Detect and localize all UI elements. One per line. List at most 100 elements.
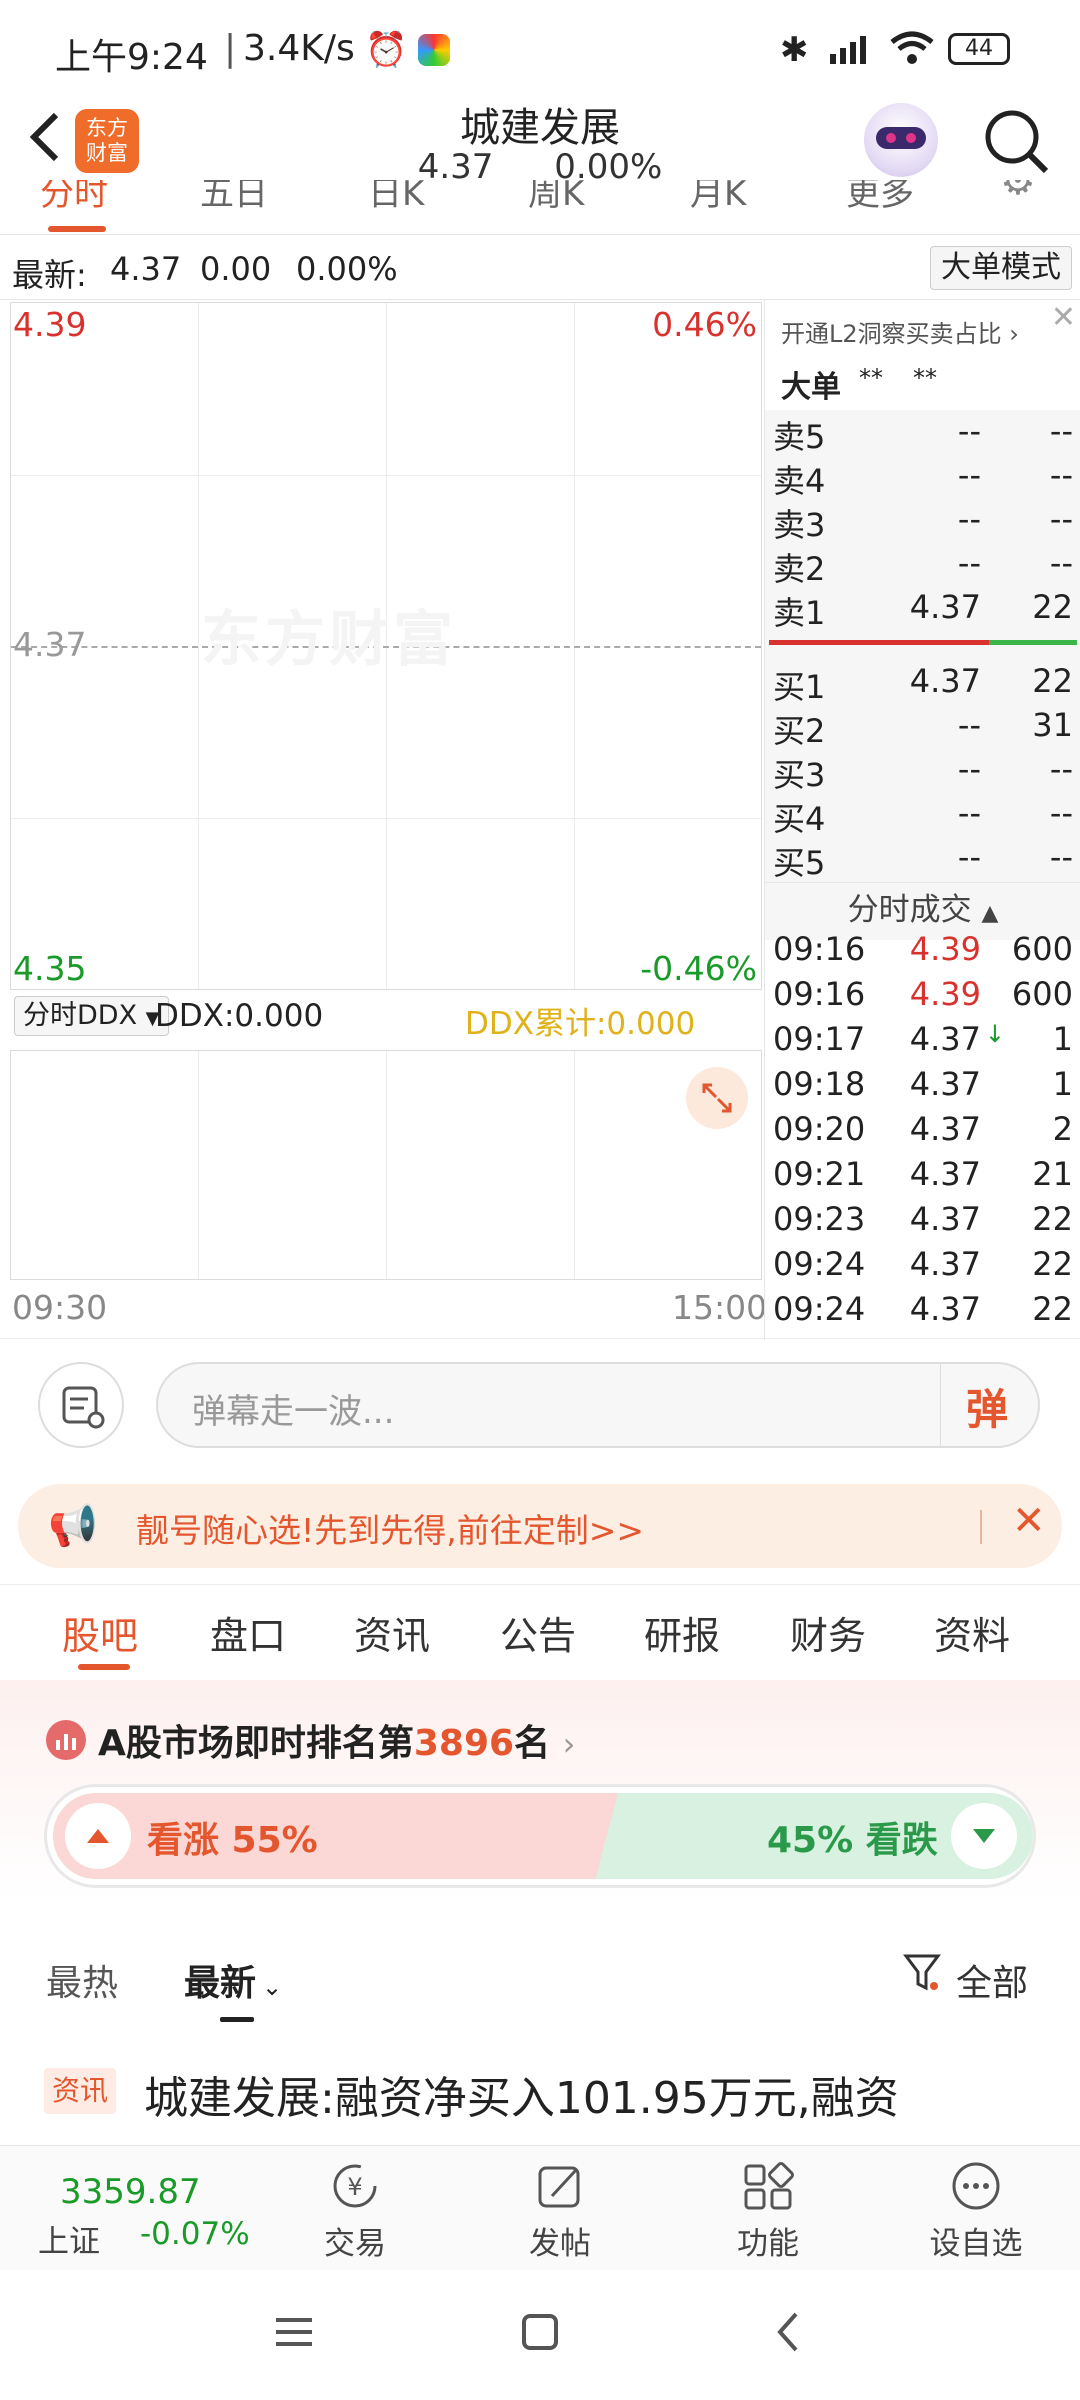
news-tag: 资讯	[44, 2068, 117, 2114]
expand-icon[interactable]	[686, 1067, 748, 1129]
promo-banner[interactable]: 📢 靓号随心选!先到先得,前往定制>> ✕	[18, 1484, 1062, 1568]
ddx-select[interactable]: 分时DDX ▼	[14, 996, 169, 1036]
ask-row-2: 卖2 -- --	[773, 544, 1073, 588]
menu-icon[interactable]	[272, 2312, 316, 2352]
big-order-mode-button[interactable]: 大单模式	[930, 246, 1072, 290]
trades-title: 分时成交	[847, 892, 972, 928]
tab-research[interactable]: 研报	[644, 1605, 720, 1660]
close-promo-icon[interactable]: ✕	[1051, 300, 1076, 335]
nav-trade-label: 交易	[324, 2226, 386, 2262]
bid-row-1: 买1 4.37 22	[773, 662, 1073, 706]
alarm-icon: ⏰	[365, 30, 408, 70]
ask-row-3: 卖3 -- --	[773, 500, 1073, 544]
status-bar: 上午9:24 | 3.4K/s ⏰ ✱ 44	[0, 0, 1080, 100]
ddx-bar: 分时DDX ▼ DDX:0.000 DDX累计:0.000	[10, 992, 762, 1042]
filter-funnel-icon[interactable]	[902, 1950, 942, 1994]
filter-latest-label: 最新	[184, 1963, 257, 2004]
dropdown-chevron-icon: ⌄	[262, 1973, 283, 2001]
tab-finance[interactable]: 财务	[790, 1605, 866, 1660]
chart-high-price: 4.39	[13, 305, 87, 344]
l2-promo-link[interactable]: 开通L2洞察买卖占比 ›	[781, 314, 1019, 349]
tab-daily-k[interactable]: 日K	[368, 180, 424, 215]
l2-promo-text: 开通L2洞察买卖占比	[781, 320, 1002, 348]
tab-monthly-k[interactable]: 月K	[690, 180, 746, 215]
settings-gear-icon[interactable]: ⚙	[1000, 180, 1036, 204]
tab-news[interactable]: 资讯	[354, 1605, 430, 1660]
main-tab-indicator	[78, 1664, 130, 1670]
nav-add-watchlist[interactable]: 设自选	[876, 2158, 1076, 2268]
grid-icon	[744, 2162, 794, 2210]
trade-row: 09:24 4.37 22	[773, 1290, 1073, 1328]
tab-weekly-k[interactable]: 周K	[528, 180, 584, 215]
system-nav-bar	[0, 2270, 1080, 2400]
home-icon[interactable]	[520, 2312, 560, 2352]
index-widget[interactable]: 3359.87 上证 -0.07%	[0, 2146, 270, 2271]
ask-row-4: 卖4 -- --	[773, 456, 1073, 500]
chart-high-pct: 0.46%	[652, 305, 757, 344]
collapse-arrow-icon: ▲	[981, 901, 999, 926]
bullish-label: 看涨 55%	[147, 1820, 318, 1861]
big-order-value-2: **	[913, 364, 937, 392]
axis-start-time: 09:30	[12, 1288, 108, 1327]
bid-row-3: 买3 -- --	[773, 750, 1073, 794]
tab-indicator	[48, 226, 106, 232]
trades-header[interactable]: 分时成交 ▲	[765, 884, 1080, 929]
danmaku-placeholder: 弹幕走一波...	[192, 1392, 395, 1432]
banner-close-icon[interactable]: ✕	[1012, 1498, 1046, 1544]
tab-more[interactable]: 更多	[846, 180, 914, 215]
latest-label: 最新:	[12, 256, 87, 294]
ask-row-5: 卖5 -- --	[773, 412, 1073, 456]
tab-announcements[interactable]: 公告	[500, 1605, 576, 1660]
trade-row: 09:20 4.37 2	[773, 1110, 1073, 1148]
nav-trade[interactable]: ¥ 交易	[255, 2158, 455, 2268]
ranking-link[interactable]: A股市场即时排名第3896名 ›	[98, 1714, 575, 1766]
ask-bid-ratio-red	[769, 640, 989, 645]
chart-low-pct: -0.46%	[640, 949, 757, 988]
back-icon[interactable]	[20, 107, 70, 167]
big-order-label: 大单	[781, 370, 841, 405]
stock-title: 城建发展	[460, 105, 620, 151]
filter-indicator	[220, 2017, 254, 2022]
status-divider: |	[224, 28, 237, 69]
signal-icon	[826, 34, 876, 66]
trade-row: 09:16 4.39 600	[773, 975, 1073, 1013]
danmaku-input[interactable]: 弹幕走一波... 弹	[156, 1362, 1040, 1448]
ranking-prefix: A股市场即时排名第	[98, 1723, 414, 1764]
tab-pankou[interactable]: 盘口	[210, 1605, 286, 1660]
intraday-chart: 东方财富 4.39 0.46% 4.37 4.35 -0.46%	[10, 302, 762, 990]
status-time: 上午9:24	[55, 37, 208, 78]
chart-mid-price: 4.37	[13, 625, 87, 664]
banner-text: 靓号随心选!先到先得,前往定制>>	[136, 1511, 645, 1550]
tab-five-day[interactable]: 五日	[200, 180, 268, 215]
quote-line: 最新: 4.37 0.00 0.00% 大单模式	[0, 240, 1080, 300]
trade-row: 09:18 4.37 1	[773, 1065, 1073, 1103]
chart-low-price: 4.35	[13, 949, 87, 988]
ranking-icon	[46, 1720, 86, 1760]
tab-guba[interactable]: 股吧	[62, 1605, 138, 1660]
ddx-value: DDX:0.000	[155, 998, 324, 1034]
filter-all[interactable]: 全部	[956, 1954, 1028, 2006]
filter-hot[interactable]: 最热	[46, 1954, 118, 2006]
search-icon[interactable]	[982, 107, 1052, 177]
assistant-robot-icon[interactable]	[864, 103, 938, 177]
tab-intraday[interactable]: 分时	[40, 180, 108, 215]
danmaku-send-button[interactable]: 弹	[966, 1376, 1008, 1437]
danmaku-settings-icon[interactable]	[38, 1362, 124, 1448]
index-change: -0.07%	[140, 2216, 250, 2252]
bullish-button[interactable]	[65, 1803, 131, 1869]
nav-post[interactable]: 发帖	[460, 2158, 660, 2268]
ask-row-1: 卖1 4.37 22	[773, 588, 1073, 632]
bid-row-5: 买5 -- --	[773, 838, 1073, 882]
system-back-icon[interactable]	[768, 2310, 808, 2354]
chart-tabs: 分时 五日 日K 周K 月K 更多 ⚙	[0, 180, 1080, 235]
bid-row-4: 买4 -- --	[773, 794, 1073, 838]
tab-profile[interactable]: 资料	[934, 1605, 1010, 1660]
bearish-button[interactable]	[951, 1803, 1017, 1869]
filter-latest[interactable]: 最新 ⌄	[184, 1954, 282, 2006]
news-item[interactable]: 资讯 城建发展:融资净买入101.95万元,融资	[0, 2050, 1080, 2145]
trade-row: 09:16 4.39 600	[773, 930, 1073, 968]
news-title: 城建发展:融资净买入101.95万元,融资	[144, 2073, 899, 2124]
edit-icon	[538, 2166, 580, 2208]
megaphone-icon: 📢	[48, 1503, 98, 1549]
nav-functions[interactable]: 功能	[668, 2158, 868, 2268]
